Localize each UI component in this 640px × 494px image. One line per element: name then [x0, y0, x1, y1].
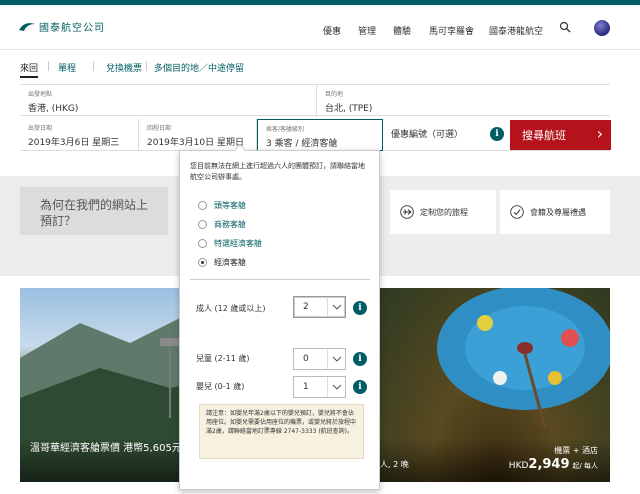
cabin-option-premium-economy-label: 特選經濟客艙 [214, 239, 262, 248]
origin-label: 出發地點 [28, 91, 53, 98]
promo-left-caption: 溫哥華經濟客艙票價 港幣5,605元起 [30, 443, 192, 454]
feature-membership-label: 會籍及尊屬禮遇 [530, 207, 586, 217]
origin-value: 香港, (HKG) [28, 104, 79, 114]
search-icon[interactable] [559, 21, 571, 33]
route-row: 出發地點 香港, (HKG) 目的地 台北, (TPE) [20, 84, 610, 117]
brand-name: 國泰航空公司 [39, 23, 105, 34]
promo-info-icon[interactable]: i [490, 127, 504, 141]
promo-amount: 2,949 [528, 457, 570, 472]
children-value: 0 [303, 354, 309, 364]
search-flights-button[interactable]: 搜尋航班 › [510, 120, 611, 150]
radio-dot [198, 239, 207, 248]
radio-dot [198, 201, 207, 210]
infant-notice-text: 請注意：如嬰兒年滿2歲以下的嬰兒預訂，嬰兒將不會佔用座位。如嬰兒需要佔用座位的機… [206, 410, 357, 435]
why-book-title: 為何在我們的網站上預訂？ [40, 198, 149, 228]
search-flights-label: 搜尋航班 [522, 129, 566, 142]
promo-right-sub: 人, 2 晚 [380, 460, 409, 469]
trip-type-tabs: 來回 單程 兌換機票 多個目的地／中途停留 [0, 58, 640, 80]
children-info-icon[interactable]: i [353, 352, 367, 366]
nav-item-offers[interactable]: 優惠 [323, 24, 341, 37]
radio-dot-selected [198, 258, 207, 267]
return-date-label: 回程日期 [147, 125, 172, 132]
radio-dot [198, 220, 207, 229]
origin-field[interactable]: 出發地點 香港, (HKG) [20, 85, 317, 117]
infants-label: 嬰兒 (0-1 歲) [196, 382, 245, 391]
tab-divider [146, 61, 147, 71]
depart-date-field[interactable]: 出發日期 2019年3月6日 星期三 [20, 119, 139, 151]
infants-value: 1 [303, 382, 309, 392]
promo-currency: HKD [508, 461, 529, 471]
infant-notice: 請注意：如嬰兒年滿2歲以下的嬰兒預訂，嬰兒將不會佔用座位。如嬰兒需要佔用座位的機… [199, 404, 364, 459]
promo-right-tag: 機票 + 酒店 [554, 446, 598, 455]
cabin-option-business-label: 商務客艙 [214, 220, 246, 229]
language-globe-icon[interactable] [594, 20, 610, 36]
passenger-cabin-label: 乘客/客艙級別 [266, 126, 305, 133]
passenger-cabin-value: 3 乘客 / 經濟客艙 [266, 139, 338, 149]
nav-item-experience[interactable]: 體驗 [393, 24, 411, 37]
feature-customize[interactable]: 定制您的旅程 [390, 190, 496, 234]
cabin-option-economy[interactable]: 經濟客艙 [198, 257, 246, 268]
depart-date-value: 2019年3月6日 星期三 [28, 138, 120, 148]
tab-redeem[interactable]: 兌換機票 [106, 61, 142, 74]
infants-select[interactable]: 1 [293, 376, 346, 398]
group-booking-note: 您目前無法在網上進行超過六人的團體預訂，請聯絡當地航空公司辦事處。 [190, 162, 365, 181]
tab-multi-city[interactable]: 多個目的地／中途停留 [154, 61, 244, 74]
logo[interactable]: 國泰航空公司 [18, 19, 105, 34]
cabin-option-business[interactable]: 商務客艙 [198, 219, 246, 230]
chevron-down-icon [327, 349, 345, 369]
feature-customize-label: 定制您的旅程 [420, 207, 468, 217]
destination-value: 台北, (TPE) [325, 104, 373, 114]
infants-info-icon[interactable]: i [353, 380, 367, 394]
cabin-option-first-label: 頭等客艙 [214, 201, 246, 210]
chevron-down-icon [327, 297, 345, 317]
adults-value: 2 [303, 302, 309, 312]
adults-select[interactable]: 2 [293, 296, 346, 318]
cabin-option-premium-economy[interactable]: 特選經濟客艙 [198, 238, 262, 249]
brushwing-logo-icon [19, 22, 35, 31]
destination-field[interactable]: 目的地 台北, (TPE) [317, 85, 610, 117]
chevron-right-icon: › [596, 124, 603, 143]
adults-info-icon[interactable]: i [353, 301, 367, 315]
nav-item-marco-polo[interactable]: 馬可孛羅會 [429, 24, 474, 37]
tab-round-trip[interactable]: 來回 [20, 61, 39, 78]
cabin-option-economy-label: 經濟客艙 [214, 258, 246, 267]
site-header: 國泰航空公司 優惠 管理 體驗 馬可孛羅會 國泰港龍航空 [0, 5, 640, 50]
plane-icon [400, 205, 414, 219]
promo-right-price: HKD2,949 起/ 每人 [509, 457, 598, 472]
tab-divider [48, 61, 49, 71]
children-select[interactable]: 0 [293, 348, 346, 370]
feature-membership[interactable]: 會籍及尊屬禮遇 [500, 190, 610, 234]
promo-card-flight-hotel[interactable]: 機票 + 酒店 人, 2 晚 HKD2,949 起/ 每人 [380, 288, 610, 482]
passenger-cabin-field[interactable]: 乘客/客艙級別 3 乘客 / 經濟客艙 [257, 119, 383, 151]
umbrella-image [437, 288, 610, 428]
chevron-down-icon [327, 377, 345, 397]
tab-divider [93, 61, 94, 71]
nav-item-dragon[interactable]: 國泰港龍航空 [489, 24, 543, 37]
divider [190, 279, 370, 280]
check-circle-icon [510, 205, 524, 219]
cabin-option-first[interactable]: 頭等客艙 [198, 200, 246, 211]
adults-label: 成人 (12 歲或以上) [196, 304, 266, 313]
depart-date-label: 出發日期 [28, 125, 53, 132]
tab-one-way[interactable]: 單程 [58, 61, 76, 74]
passenger-cabin-dropdown: 您目前無法在網上進行超過六人的團體預訂，請聯絡當地航空公司辦事處。 頭等客艙 商… [179, 150, 380, 490]
promo-unit: 起/ 每人 [572, 462, 598, 470]
why-book-card: 為何在我們的網站上預訂？ [20, 187, 168, 235]
destination-label: 目的地 [325, 91, 344, 98]
nav-item-manage[interactable]: 管理 [358, 24, 376, 37]
children-label: 兒童 (2-11 歲) [196, 354, 250, 363]
